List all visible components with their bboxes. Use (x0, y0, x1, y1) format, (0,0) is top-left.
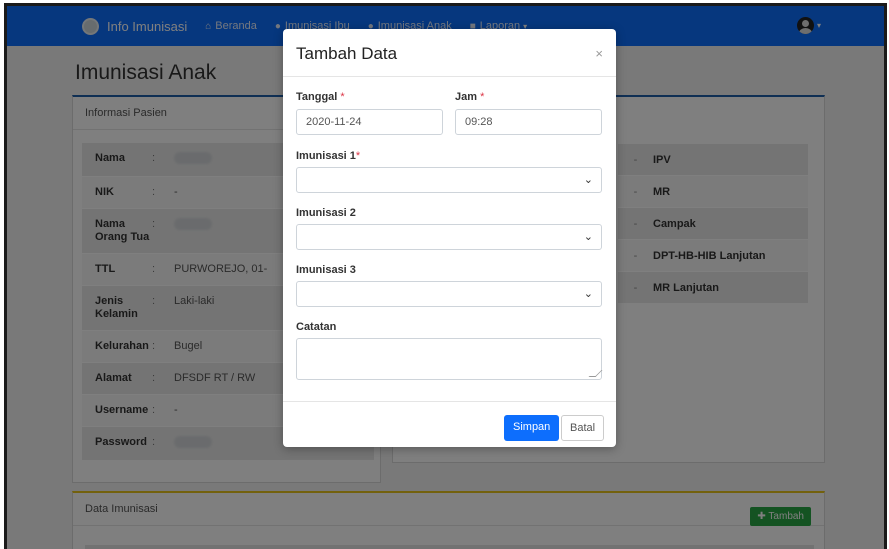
label-text: Jam (455, 91, 478, 103)
required-mark: * (480, 91, 485, 103)
label-text: Tanggal (296, 91, 338, 103)
cancel-button[interactable]: Batal (561, 415, 605, 441)
required-mark: * (355, 150, 361, 162)
resize-handle-icon[interactable] (588, 370, 603, 377)
required-mark: * (340, 91, 345, 103)
jam-label: Jam * (455, 91, 484, 103)
imunisasi1-label: Imunisasi 1* (296, 150, 360, 162)
chevron-down-icon: ⌄ (583, 174, 593, 186)
imunisasi2-select[interactable]: ⌄ (296, 224, 602, 250)
modal-title: Tambah Data (296, 44, 398, 63)
label-text: Imunisasi 1 (296, 150, 356, 162)
save-button[interactable]: Simpan (504, 415, 560, 441)
add-data-modal: Tambah Data × Tanggal * 2020-11-24 Jam *… (283, 29, 616, 447)
close-icon[interactable]: × (595, 46, 603, 61)
imunisasi3-label: Imunisasi 3 (296, 264, 356, 276)
catatan-label: Catatan (296, 321, 337, 333)
divider (283, 76, 616, 77)
tanggal-label: Tanggal * (296, 91, 345, 103)
imunisasi2-label: Imunisasi 2 (296, 207, 356, 219)
divider (283, 401, 616, 402)
app-window: Info Imunisasi ⌂ Beranda ● Imunisasi Ibu… (4, 3, 887, 549)
catatan-textarea[interactable] (296, 338, 603, 380)
chevron-down-icon: ⌄ (583, 288, 593, 300)
tanggal-input[interactable]: 2020-11-24 (296, 109, 443, 135)
imunisasi3-select[interactable]: ⌄ (296, 281, 602, 307)
imunisasi1-select[interactable]: ⌄ (296, 167, 602, 193)
jam-input[interactable]: 09:28 (455, 109, 602, 135)
chevron-down-icon: ⌄ (583, 231, 593, 243)
